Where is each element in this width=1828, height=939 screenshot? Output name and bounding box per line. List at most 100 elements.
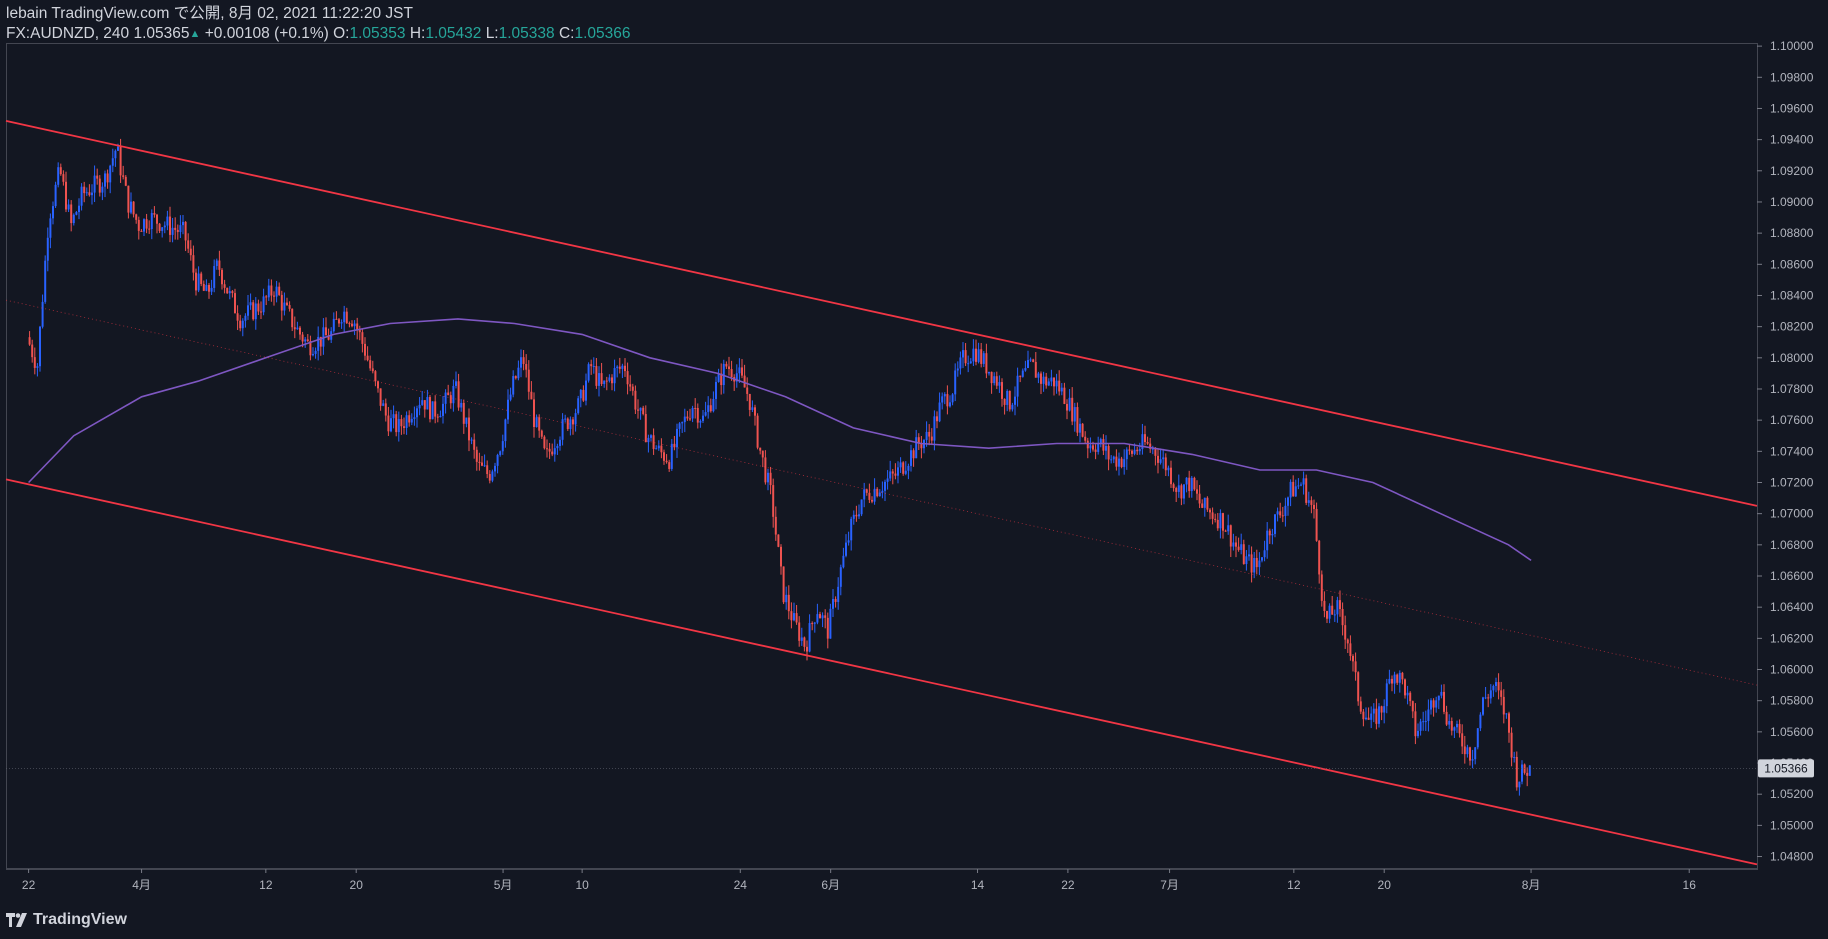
candle-body [1024, 368, 1027, 371]
candle-body [1359, 701, 1362, 712]
price-tick-label: 1.07000 [1770, 507, 1814, 521]
candle-body [1403, 679, 1406, 696]
candle-body [1344, 625, 1347, 640]
candle-body [1419, 721, 1422, 731]
candle-body [28, 337, 31, 345]
candle-body [558, 439, 561, 446]
candle-body [1110, 459, 1113, 461]
candle-body [847, 540, 850, 543]
candle-body [239, 320, 242, 329]
candle-body [1039, 373, 1042, 384]
candle-body [844, 542, 847, 556]
candle-body [1526, 772, 1529, 776]
candle-body [127, 185, 130, 213]
candle-body [1398, 672, 1401, 683]
candle-body [93, 175, 96, 193]
publish-line: lebain TradingView.com で公開, 8月 02, 2021 … [6, 5, 413, 22]
candle-body [98, 178, 101, 193]
candle-body [1333, 614, 1336, 616]
candle-body [1518, 781, 1521, 788]
symbol-label[interactable]: FX:AUDNZD, 240 [6, 25, 129, 42]
candle-body [948, 402, 951, 407]
candle-body [1411, 701, 1414, 712]
candle-body [189, 248, 192, 256]
candle-body [998, 382, 1001, 386]
candle-body [1016, 375, 1019, 397]
price-tick-label: 1.09800 [1770, 70, 1814, 84]
time-tick-label: 12 [259, 878, 273, 892]
candle-body [995, 376, 998, 386]
candle-body [1515, 756, 1518, 788]
candle-body [904, 470, 907, 474]
tradingview-logo[interactable]: TradingView [6, 911, 127, 929]
candle-body [179, 225, 182, 233]
candle-body [655, 448, 658, 450]
candle-body [301, 334, 304, 342]
candle-body [831, 599, 834, 609]
open-label: O: [333, 25, 350, 42]
price-tick-label: 1.07200 [1770, 475, 1814, 489]
candle-body [96, 175, 99, 179]
close-label: C: [558, 25, 575, 42]
candle-body [1492, 685, 1495, 691]
candle-body [1102, 439, 1105, 451]
candle-body [639, 407, 642, 411]
candle-body [1507, 713, 1510, 733]
candle-body [1422, 721, 1425, 723]
candle-body [1370, 713, 1373, 720]
candle-body [499, 451, 502, 455]
candle-body [509, 394, 512, 400]
candle-body [652, 435, 655, 449]
price-chart[interactable]: 1.10000 1.09800 1.09600 1.09400 1.09200 1.090… [0, 0, 1828, 939]
candle-body [480, 462, 483, 466]
candle-body [582, 389, 585, 401]
candle-body [306, 339, 309, 341]
candle-body [912, 450, 915, 459]
candle-body [1146, 442, 1149, 444]
candle-body [244, 315, 247, 321]
chart-legend-header: lebain TradingView.com で公開, 8月 02, 2021 … [6, 4, 631, 44]
candle-body [1211, 512, 1214, 519]
candle-body [600, 373, 603, 385]
candle-body [1325, 611, 1328, 619]
candle-body [964, 350, 967, 364]
candle-body [1167, 467, 1170, 471]
candle-body [1318, 540, 1321, 575]
candle-body [1271, 533, 1274, 536]
candle-body [514, 376, 517, 379]
candle-body [1409, 692, 1412, 702]
candle-body [116, 146, 119, 151]
candle-body [434, 401, 437, 417]
low-label: L: [485, 25, 499, 42]
candle-body [1240, 544, 1243, 550]
candle-body [618, 366, 621, 369]
candle-body [1045, 376, 1048, 386]
candle-body [1320, 574, 1323, 601]
candle-body [709, 405, 712, 412]
time-tick-label: 5月 [494, 878, 513, 892]
candle-body [1505, 713, 1508, 715]
candle-body [218, 260, 221, 270]
candle-body [621, 365, 624, 369]
candle-body [1528, 765, 1531, 776]
candle-body [1258, 560, 1261, 568]
price-tick-label: 1.09600 [1770, 101, 1814, 115]
candle-body [634, 390, 637, 410]
candle-body [1299, 484, 1302, 486]
candle-body [384, 403, 387, 416]
candle-body [1159, 459, 1162, 463]
candle-body [811, 623, 814, 625]
candle-body [1169, 467, 1172, 485]
candle-body [1128, 449, 1131, 451]
price-tick-label: 1.08200 [1770, 320, 1814, 334]
candle-body [1032, 359, 1035, 362]
candle-body [691, 407, 694, 419]
candle-body [387, 415, 390, 432]
candle-body [1164, 457, 1167, 471]
candle-body [246, 305, 249, 316]
candle-body [631, 386, 634, 391]
candle-body [1315, 508, 1318, 541]
candle-body [1162, 457, 1165, 460]
candle-body [889, 471, 892, 479]
candle-body [33, 357, 36, 368]
